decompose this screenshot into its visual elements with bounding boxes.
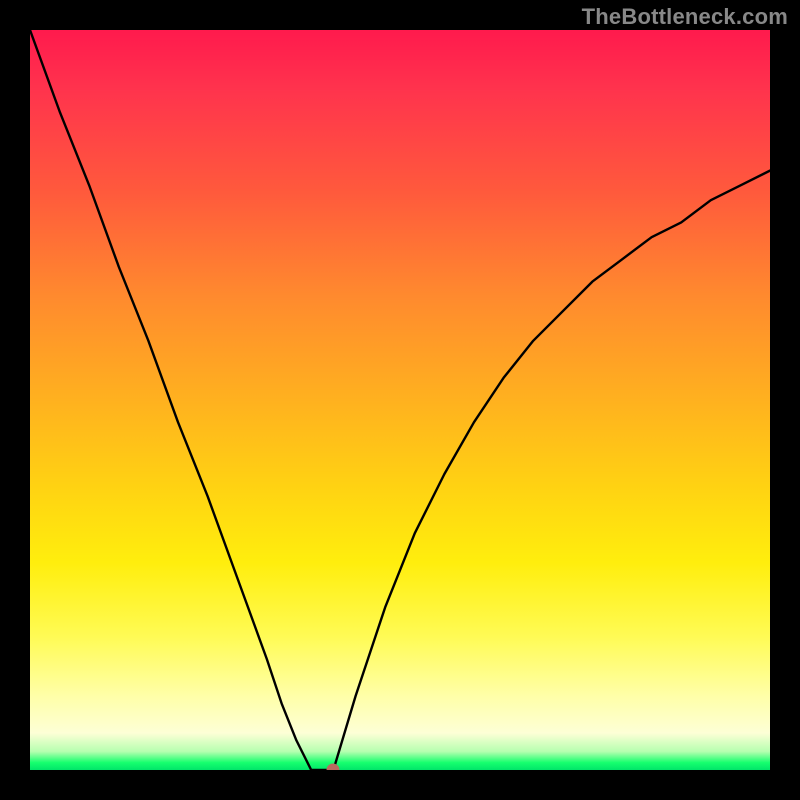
plot-area xyxy=(30,30,770,770)
optimal-point-marker xyxy=(327,764,340,771)
chart-stage: TheBottleneck.com xyxy=(0,0,800,800)
bottleneck-curve xyxy=(30,30,770,770)
curve-svg xyxy=(30,30,770,770)
watermark-text: TheBottleneck.com xyxy=(582,4,788,30)
